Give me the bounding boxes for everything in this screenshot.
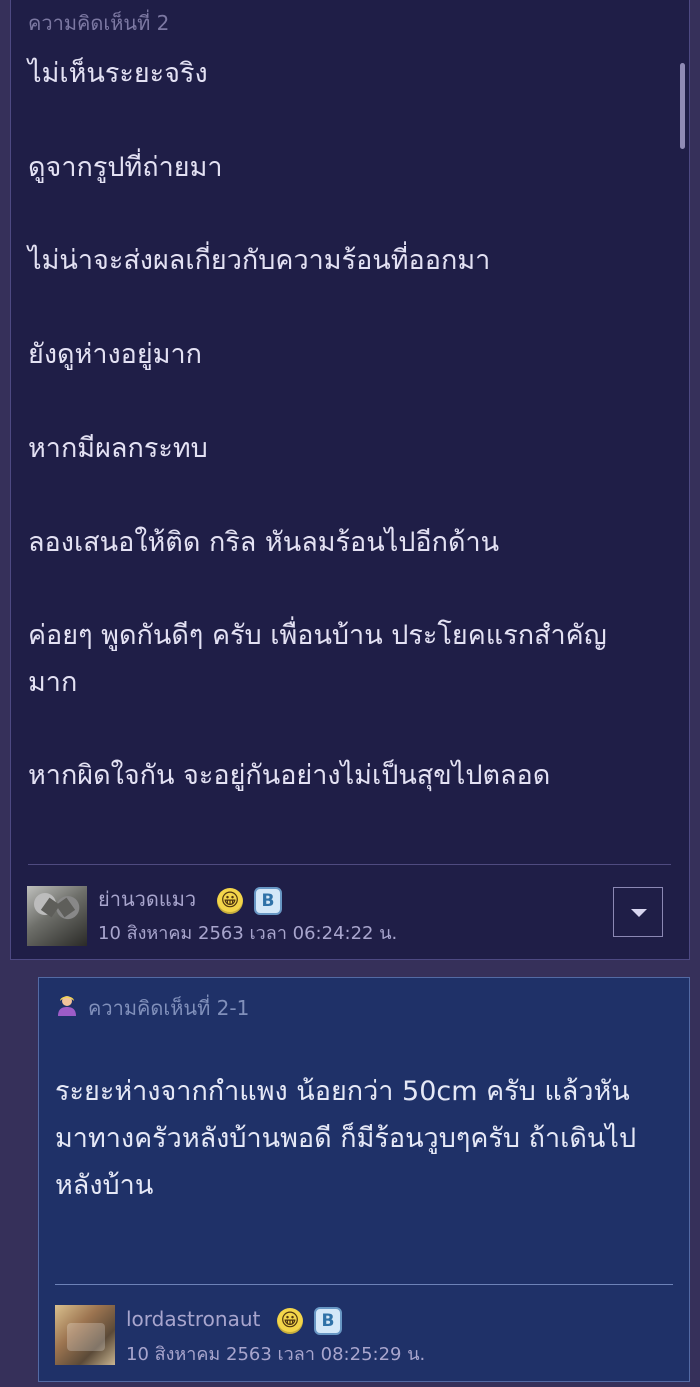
comment-text-line: มาก [28, 667, 78, 698]
reply-text-line: หลังบ้าน [55, 1170, 154, 1201]
reply-card: ความคิดเห็นที่ 2-1 ระยะห่างจากกำแพง น้อย… [38, 977, 690, 1382]
reply-author-avatar[interactable] [55, 1305, 115, 1365]
comment-text-line: ลองเสนอให้ติด กริล หันลมร้อนไปอีกด้าน [28, 527, 500, 558]
smile-emoji-icon: 😀 [277, 1308, 303, 1334]
smile-emoji-icon: 😀 [217, 888, 243, 914]
comment-text-line: ไม่เห็นระยะจริง [28, 58, 208, 89]
reply-number: ความคิดเห็นที่ 2-1 [88, 996, 250, 1020]
blog-badge-icon[interactable]: B [254, 887, 282, 915]
user-icon [58, 996, 76, 1016]
comment-text-line: ดูจากรูปที่ถ่ายมา [28, 152, 223, 183]
comment-text-line: หากมีผลกระทบ [28, 433, 208, 464]
comment-divider [28, 864, 671, 865]
comment-text-line: ไม่น่าจะส่งผลเกี่ยวกับความร้อนที่ออกมา [28, 245, 491, 276]
reply-divider [55, 1284, 673, 1285]
reply-text-line: มาทางครัวหลังบ้านพอดี ก็มีร้อนวูบๆครับ ถ… [55, 1123, 637, 1154]
reply-author-name[interactable]: lordastronaut [126, 1307, 260, 1331]
blog-badge-icon[interactable]: B [314, 1307, 342, 1335]
author-avatar[interactable] [27, 886, 87, 946]
comment-text-line: ค่อยๆ พูดกันดีๆ ครับ เพื่อนบ้าน ประโยคแร… [28, 620, 607, 651]
comment-timestamp: 10 สิงหาคม 2563 เวลา 06:24:22 น. [98, 923, 398, 944]
comment-card: ความคิดเห็นที่ 2 ไม่เห็นระยะจริง ดูจากรู… [10, 0, 690, 960]
author-name[interactable]: ย่านวดแมว [98, 883, 196, 915]
comment-number: ความคิดเห็นที่ 2 [28, 11, 170, 35]
comment-text-line: ยังดูห่างอยู่มาก [28, 339, 203, 370]
scrollbar-thumb[interactable] [680, 63, 685, 149]
chevron-down-icon [631, 909, 647, 917]
comment-text-line: หากผิดใจกัน จะอยู่กันอย่างไม่เป็นสุขไปตล… [28, 760, 551, 791]
reply-text-line: ระยะห่างจากกำแพง น้อยกว่า 50cm ครับ แล้ว… [55, 1076, 630, 1107]
reply-timestamp: 10 สิงหาคม 2563 เวลา 08:25:29 น. [126, 1344, 426, 1365]
comment-menu-button[interactable] [613, 887, 663, 937]
